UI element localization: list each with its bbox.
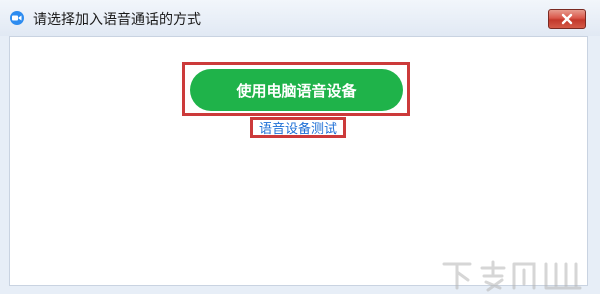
dialog-window: 请选择加入语音通话的方式 使用电脑语音设备 语音设备测试 bbox=[0, 0, 600, 294]
title-bar: 请选择加入语音通话的方式 bbox=[0, 0, 600, 36]
video-camera-icon bbox=[10, 11, 24, 25]
use-computer-audio-button[interactable]: 使用电脑语音设备 bbox=[190, 69, 403, 111]
window-title: 请选择加入语音通话的方式 bbox=[33, 12, 201, 28]
close-button[interactable] bbox=[548, 9, 586, 29]
watermark-logo bbox=[440, 258, 590, 292]
audio-device-test-link[interactable]: 语音设备测试 bbox=[253, 119, 343, 137]
close-icon bbox=[560, 10, 574, 29]
